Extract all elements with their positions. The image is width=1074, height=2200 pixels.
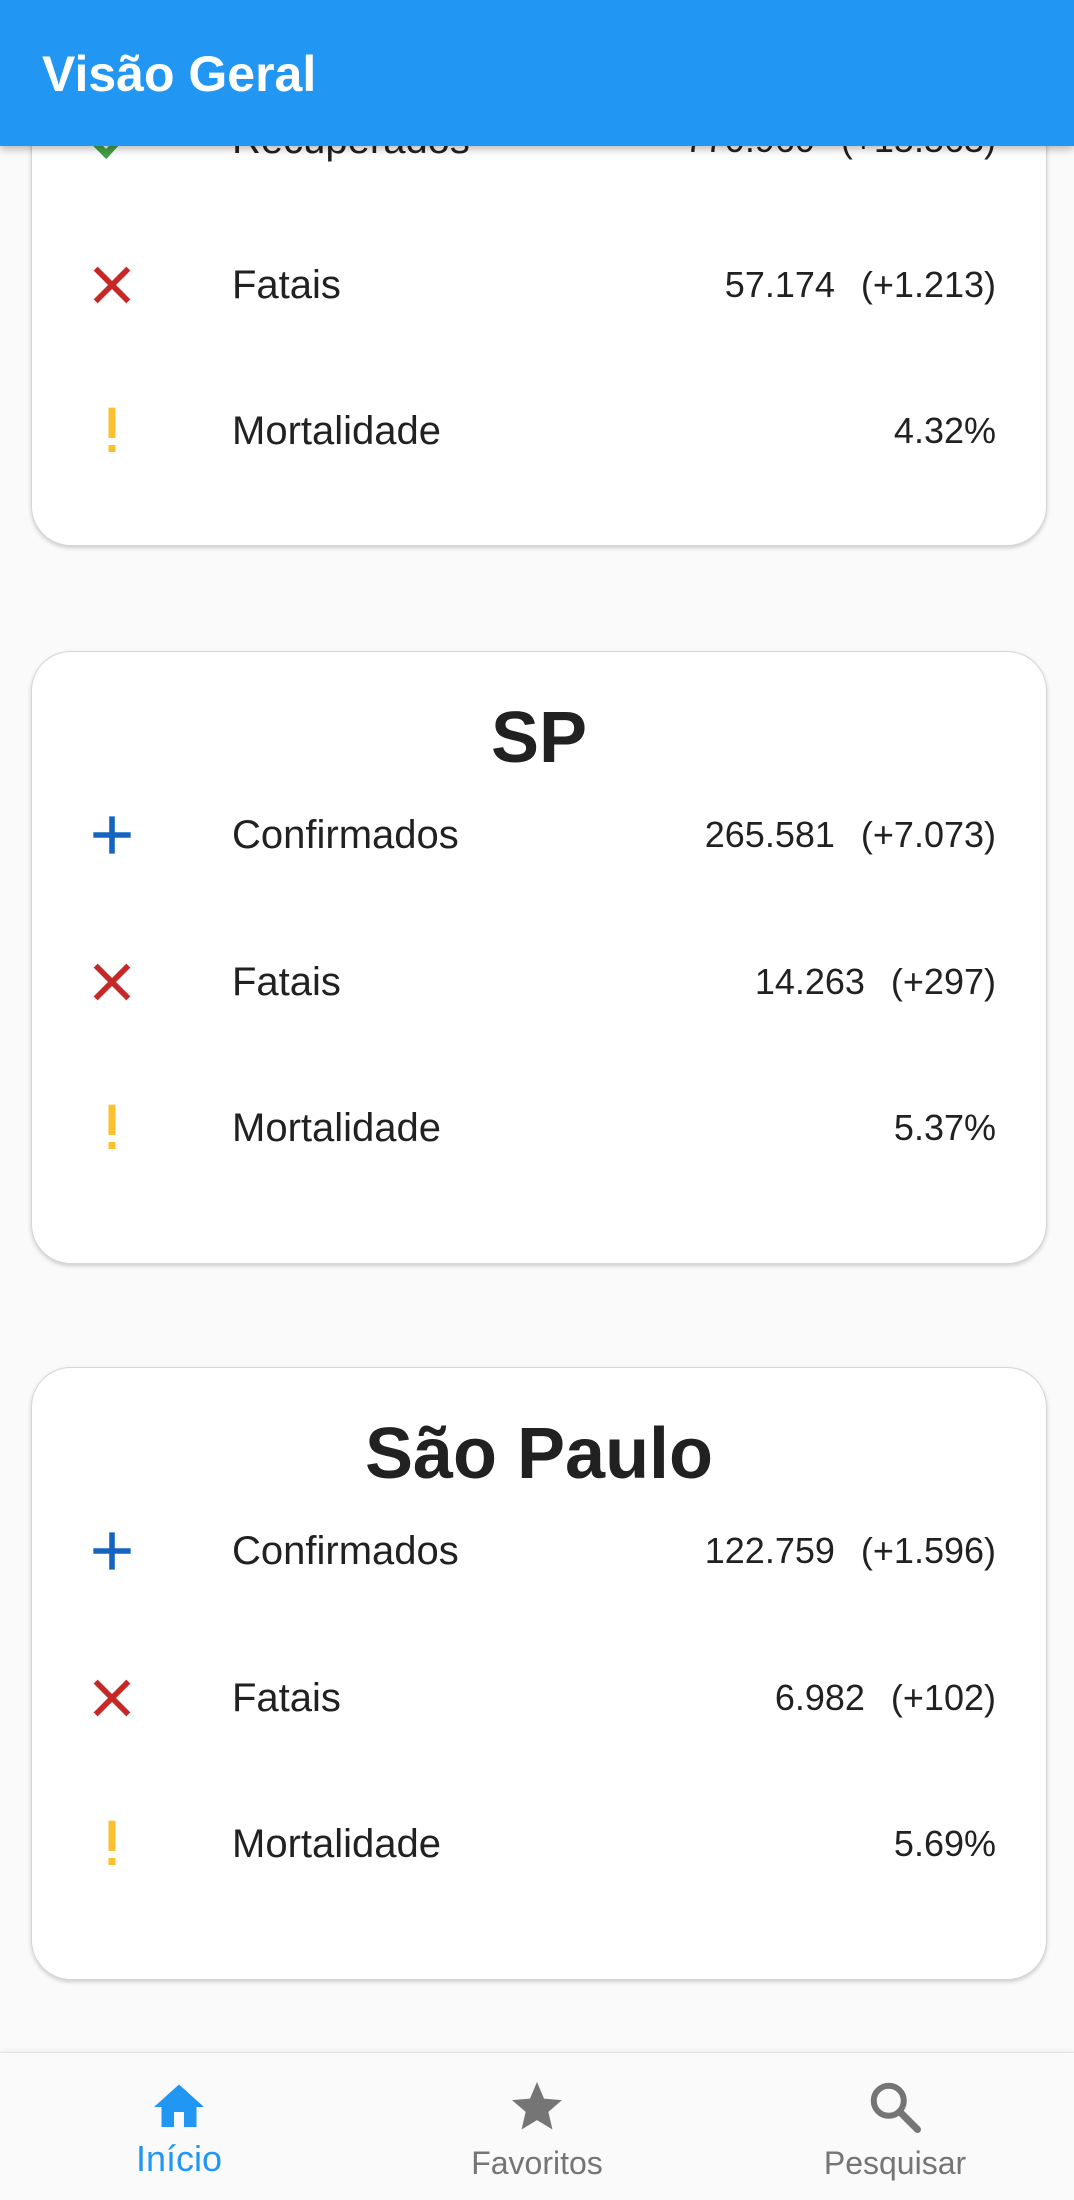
stat-row-confirmed: Confirmados 122.759 (+1.596) (32, 1511, 1048, 1591)
nav-label: Início (135, 2138, 223, 2179)
home-icon (154, 2084, 204, 2127)
stat-value: 57.174 (724, 264, 835, 305)
stat-values: 57.174 (+1.213) (725, 265, 996, 305)
stat-delta: (+297) (890, 961, 996, 1002)
stat-delta: (+1.596) (860, 1530, 996, 1571)
stat-row-fatal: Fatais 14.263 (+297) (32, 942, 1048, 1022)
stat-label: Mortalidade (232, 409, 442, 453)
plus-icon (93, 816, 131, 854)
stat-delta: (+102) (890, 1677, 996, 1718)
stat-label: Mortalidade (232, 1822, 442, 1866)
page-title: Visão Geral (42, 46, 317, 102)
close-icon (93, 1679, 131, 1717)
stat-values: 5.69% (894, 1824, 996, 1864)
stat-values: 5.37% (894, 1108, 996, 1148)
stat-values: 4.32% (894, 411, 996, 451)
close-icon (93, 963, 131, 1001)
stat-delta: (+1.213) (860, 264, 996, 305)
stat-row-confirmed: Confirmados 265.581 (+7.073) (32, 795, 1048, 875)
star-icon (512, 2082, 562, 2130)
stat-value: 5.69% (893, 1823, 996, 1864)
stat-delta: (+7.073) (860, 814, 996, 855)
state-summary-card: SP Confirmados 265.581 (+7.073) Fatais 14… (31, 651, 1047, 1264)
stat-value: 265.581 (704, 814, 835, 855)
stat-values: 265.581 (+7.073) (705, 815, 996, 855)
stat-label: Mortalidade (232, 1106, 442, 1150)
stat-row-mortality: Mortalidade 4.32% (32, 391, 1048, 471)
scroll-content[interactable]: Recuperados 770.960(+15.563) Fatais 57.1… (0, 0, 1074, 2052)
stat-value: 5.37% (893, 1107, 996, 1148)
stat-row-mortality: Mortalidade 5.69% (32, 1804, 1048, 1884)
app-bar: Visão Geral (0, 0, 1074, 146)
exclamation-icon (108, 1104, 116, 1149)
stat-label: Fatais (232, 263, 341, 307)
city-summary-card: São Paulo Confirmados 122.759 (+1.596) Fa… (31, 1367, 1047, 1980)
card-title: SP (490, 698, 588, 778)
close-icon (93, 266, 131, 304)
stat-value: 14.263 (754, 961, 865, 1002)
screen: Recuperados 770.960(+15.563) Fatais 57.1… (0, 0, 1074, 2200)
stat-label: Fatais (232, 960, 341, 1004)
stat-label: Fatais (232, 1676, 341, 1720)
stat-row-mortality: Mortalidade 5.37% (32, 1088, 1048, 1168)
exclamation-icon (108, 407, 116, 452)
nav-label: Pesquisar (823, 2145, 967, 2181)
card-title: São Paulo (364, 1414, 714, 1494)
nav-item-favoritos[interactable]: Favoritos (358, 2053, 716, 2200)
nav-item-inicio[interactable]: Início (0, 2053, 358, 2200)
search-icon (870, 2082, 921, 2133)
stat-row-fatal: Fatais 57.174 (+1.213) (32, 245, 1048, 325)
nav-item-pesquisar[interactable]: Pesquisar (716, 2053, 1074, 2200)
stat-label: Confirmados (232, 813, 459, 857)
stat-row-fatal: Fatais 6.982 (+102) (32, 1658, 1048, 1738)
stat-value: 4.32% (893, 410, 996, 451)
stat-value: 122.759 (704, 1530, 835, 1571)
stat-label: Confirmados (232, 1529, 459, 1573)
nav-label: Favoritos (471, 2145, 603, 2181)
exclamation-icon (108, 1820, 116, 1865)
stat-value: 6.982 (774, 1677, 865, 1718)
plus-icon (93, 1532, 131, 1570)
stat-values: 14.263 (+297) (755, 962, 996, 1002)
stat-values: 6.982 (+102) (775, 1678, 996, 1718)
bottom-navigation: Início Favoritos Pesquisar (0, 2052, 1074, 2200)
stat-values: 122.759 (+1.596) (705, 1531, 996, 1571)
